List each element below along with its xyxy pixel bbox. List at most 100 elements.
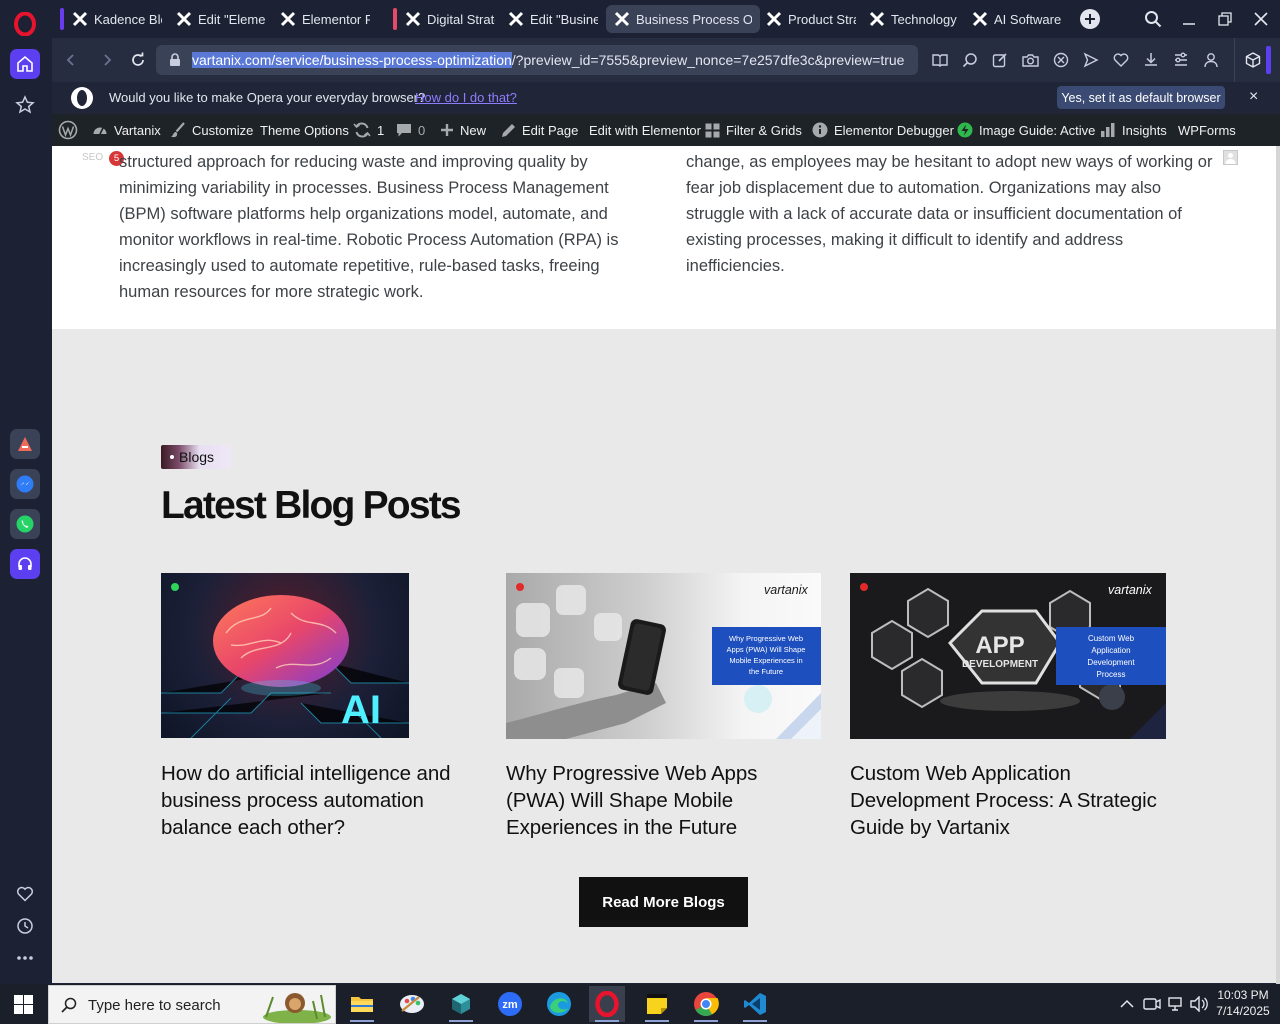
running-indicator <box>694 1020 718 1022</box>
vartanix-logo-text: vartanix <box>764 583 809 597</box>
wp-image-guide[interactable]: Image Guide: Active <box>957 114 1095 146</box>
close-window-icon[interactable] <box>1253 11 1269 27</box>
adblock-icon[interactable] <box>1053 52 1069 68</box>
forward-icon[interactable] <box>100 53 114 67</box>
post-3-title[interactable]: Custom Web Application Development Proce… <box>850 760 1180 841</box>
star-icon <box>15 95 35 114</box>
sidebar-speed-dial-button[interactable] <box>10 90 40 120</box>
new-tab-button[interactable] <box>1080 9 1100 29</box>
reload-icon[interactable] <box>130 52 146 68</box>
wp-customize[interactable]: Customize <box>170 114 253 146</box>
wp-elementor-debugger[interactable]: Elementor Debugger <box>812 114 954 146</box>
sidebar-messenger-button[interactable] <box>10 469 40 499</box>
plus-icon <box>441 124 453 136</box>
sidebar-favorites-button[interactable] <box>10 879 40 909</box>
tab-edit-business[interactable]: Edit "Business <box>500 5 606 33</box>
tab-edit-elemento[interactable]: Edit "Elemento <box>168 5 274 33</box>
volume-icon[interactable] <box>1190 996 1208 1012</box>
elementor-x-icon <box>280 11 296 27</box>
windows-start-icon[interactable] <box>14 995 33 1014</box>
wp-logo-menu[interactable] <box>58 114 78 146</box>
sidebar-home-button[interactable] <box>10 49 40 79</box>
wp-site-name[interactable]: Vartanix <box>92 114 161 146</box>
wp-admin-bar: Vartanix Customize Theme Options 1 0 New… <box>52 114 1280 146</box>
opera-logo-icon <box>71 87 93 109</box>
elementor-x-icon <box>766 11 782 27</box>
search-page-icon[interactable] <box>962 52 978 68</box>
taskbar-search-box[interactable]: Type here to search <box>48 985 336 1024</box>
tab-digital-strateg[interactable]: Digital Strateg <box>397 5 503 33</box>
elementor-x-icon <box>869 11 885 27</box>
wp-theme-options[interactable]: Theme Options <box>260 114 349 146</box>
taskbar-sticky-notes[interactable] <box>639 986 675 1022</box>
opera-logo-icon[interactable] <box>14 12 36 36</box>
taskbar-clock[interactable]: 10:03 PM 7/14/2025 <box>1212 987 1274 1019</box>
easy-setup-icon[interactable] <box>1173 52 1189 68</box>
taskbar-app-snipping[interactable] <box>394 986 430 1022</box>
taskbar-file-explorer[interactable] <box>344 986 380 1022</box>
sidebar-history-button[interactable] <box>10 911 40 941</box>
sidebar-aria-button[interactable] <box>10 429 40 459</box>
post-1-image[interactable]: AI <box>161 573 409 738</box>
flow-send-icon[interactable] <box>1083 52 1099 68</box>
wp-edit-page[interactable]: Edit Page <box>501 114 578 146</box>
taskbar-app-cube[interactable] <box>443 986 479 1022</box>
wp-edit-with-elementor[interactable]: Edit with Elementor <box>589 114 701 146</box>
taskbar-opera[interactable] <box>589 986 625 1022</box>
app-image-subtitle: DEVELOPMENT <box>962 659 1038 670</box>
profile-icon[interactable] <box>1203 52 1219 68</box>
post-3-image[interactable]: APP DEVELOPMENT vartanix Custom Web Appl… <box>850 573 1166 739</box>
infobar-close-button[interactable]: × <box>1249 88 1258 106</box>
taskbar-chrome[interactable] <box>688 986 724 1022</box>
whatsapp-icon <box>16 515 34 533</box>
wp-wpforms[interactable]: WPForms <box>1178 114 1236 146</box>
elementor-x-icon <box>972 11 988 27</box>
camera-icon[interactable] <box>1022 52 1039 68</box>
edit-share-icon[interactable] <box>992 52 1008 68</box>
wp-updates[interactable]: 1 <box>353 114 384 146</box>
meet-now-icon[interactable] <box>1143 996 1161 1012</box>
network-icon[interactable] <box>1167 996 1185 1012</box>
infobar-help-link[interactable]: How do I do that? <box>415 90 517 105</box>
teal-cube-icon <box>452 994 470 1014</box>
url-selected-text: vartanix.com/service/business-process-op… <box>192 52 512 68</box>
tab-ai-software[interactable]: AI Software D <box>964 5 1070 33</box>
page-scrollbar[interactable] <box>1276 146 1280 984</box>
sidebar-more-button[interactable] <box>10 943 40 973</box>
tab-business-process-optim[interactable]: Business Process Optim <box>606 5 760 33</box>
sidebar-music-button[interactable] <box>10 549 40 579</box>
minimize-icon[interactable] <box>1182 12 1196 26</box>
taskbar-vscode[interactable] <box>737 986 773 1022</box>
set-default-browser-button[interactable]: Yes, set it as default browser <box>1057 86 1225 109</box>
taskbar-zoom[interactable]: zm <box>492 986 528 1022</box>
reader-mode-icon[interactable] <box>932 52 948 68</box>
back-icon[interactable] <box>64 53 78 67</box>
folder-icon <box>351 997 373 1012</box>
sidebar-whatsapp-button[interactable] <box>10 509 40 539</box>
section-heading: Latest Blog Posts <box>161 484 462 527</box>
chevron-up-icon[interactable] <box>1120 998 1134 1010</box>
wordpress-logo-icon <box>58 120 78 140</box>
post-2-title[interactable]: Why Progressive Web Apps (PWA) Will Shap… <box>506 760 826 841</box>
more-dots-icon <box>17 956 33 960</box>
wp-comments[interactable]: 0 <box>396 114 425 146</box>
wp-insights[interactable]: Insights <box>1100 114 1167 146</box>
taskbar-edge[interactable] <box>541 986 577 1022</box>
tab-technology-st[interactable]: Technology St <box>861 5 967 33</box>
download-icon[interactable] <box>1143 52 1159 68</box>
address-bar[interactable]: vartanix.com/service/business-process-op… <box>156 45 918 75</box>
toolbar-divider <box>1234 38 1235 82</box>
tab-elementor-pag[interactable]: Elementor Pag <box>272 5 378 33</box>
restore-icon[interactable] <box>1218 12 1232 26</box>
wp-new[interactable]: New <box>440 114 486 146</box>
tab-product-strate[interactable]: Product Strate <box>758 5 864 33</box>
heart-icon[interactable] <box>1113 52 1129 68</box>
search-highlight-illustration-icon <box>263 993 331 1023</box>
tab-kadence[interactable]: Kadence Block <box>64 5 170 33</box>
read-more-blogs-button[interactable]: Read More Blogs <box>579 877 748 927</box>
extensions-cube-icon[interactable] <box>1245 52 1261 68</box>
search-tabs-icon[interactable] <box>1144 10 1162 28</box>
wp-filter-grids[interactable]: Filter & Grids <box>705 114 802 146</box>
post-1-title[interactable]: How do artificial intelligence and busin… <box>161 760 481 841</box>
post-2-image[interactable]: vartanix Why Progressive Web Apps (PWA) … <box>506 573 821 739</box>
